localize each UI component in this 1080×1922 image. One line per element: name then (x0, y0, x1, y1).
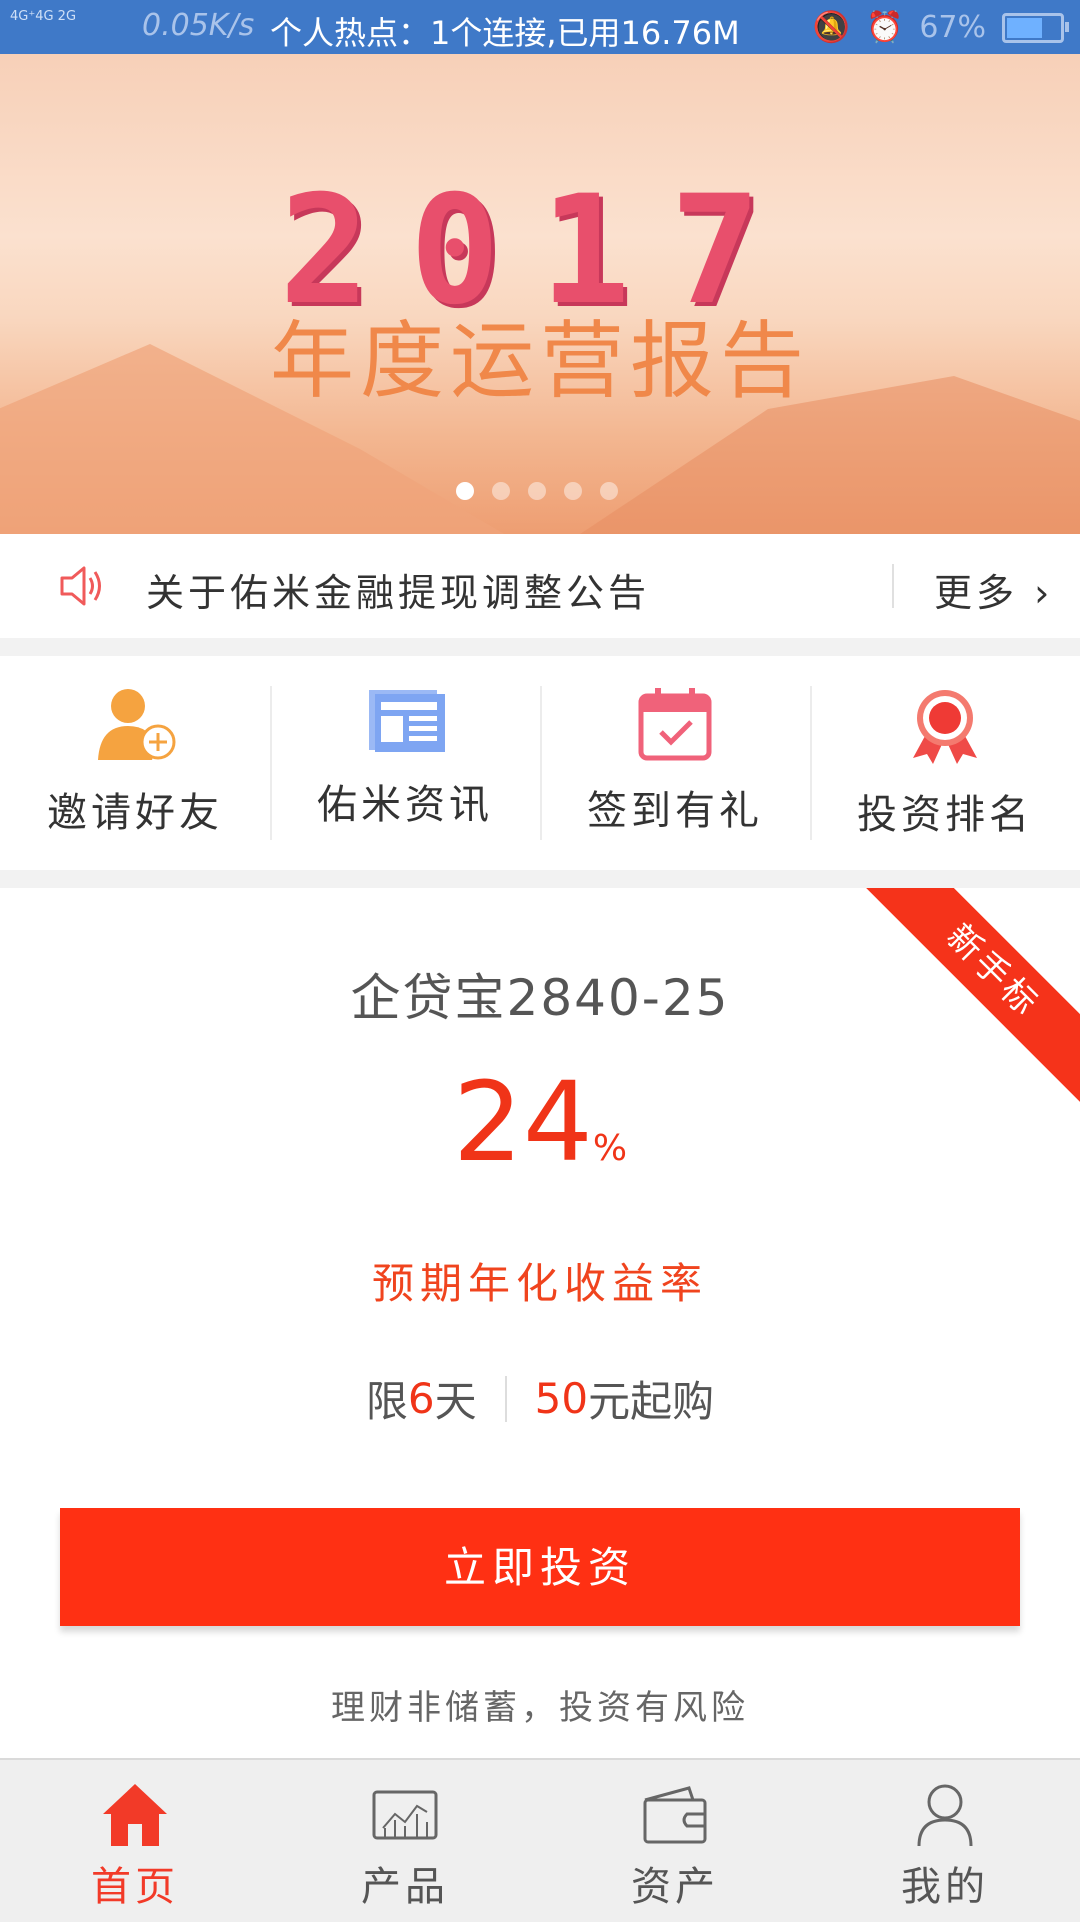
wallet-icon (643, 1786, 707, 1844)
more-link[interactable]: 更多 › (934, 562, 1053, 617)
carousel-indicator (456, 482, 618, 500)
rate-unit: % (592, 1128, 628, 1169)
rate-label: 预期年化收益率 (371, 1259, 708, 1308)
term-prefix: 限 (365, 1377, 408, 1426)
product-terms: 限 6 天 50 元起购 (0, 1368, 1080, 1429)
battery-icon (1002, 12, 1069, 43)
banner-title: 年度运营报告 (269, 312, 810, 410)
carousel-dot[interactable] (600, 482, 618, 500)
battery-percent: 67% (919, 10, 986, 45)
term-suffix: 天 (434, 1377, 477, 1426)
carousel-dot[interactable] (492, 482, 510, 500)
tab-products[interactable]: 产品 (270, 1760, 540, 1922)
menu-label: 邀请好友 (47, 790, 223, 836)
min-amount-suffix: 元起购 (588, 1377, 715, 1426)
award-ribbon-icon (913, 690, 977, 764)
menu-item-invite-friends[interactable]: 邀请好友 (0, 656, 270, 870)
promo-banner[interactable]: 2017 年度运营报告 (0, 54, 1080, 534)
carousel-dot[interactable] (456, 482, 474, 500)
rate-value: 24 (452, 1058, 593, 1186)
menu-label: 投资排名 (857, 792, 1033, 838)
more-label: 更多 (934, 571, 1019, 615)
status-bar: 4G⁺4G 2G 0.05K/s 个人热点：1个连接,已用16.76M 🔕 ⏰ … (0, 0, 1080, 54)
notice-text[interactable]: 关于佑米金融提现调整公告 (146, 562, 650, 617)
bell-off-icon: 🔕 (812, 10, 850, 45)
tab-mine[interactable]: 我的 (810, 1760, 1080, 1922)
alarm-icon: ⏰ (865, 10, 904, 45)
product-card[interactable]: 新手标 企贷宝2840-25 24% 预期年化收益率 限 6 天 50 元起购 … (0, 888, 1080, 1758)
speaker-icon (60, 566, 101, 606)
news-icon (369, 690, 445, 752)
home-icon (103, 1784, 167, 1846)
hotspot-status: 个人热点：1个连接,已用16.76M (270, 14, 740, 52)
invite-friend-icon (98, 689, 176, 760)
calendar-check-icon (638, 688, 712, 761)
quick-menu: 邀请好友 佑米资讯 签到有礼 投资排名 (0, 656, 1080, 870)
tab-label: 资产 (631, 1864, 719, 1910)
menu-label: 佑米资讯 (317, 782, 493, 828)
carousel-dot[interactable] (564, 482, 582, 500)
signal-icon: 4G⁺4G 2G (10, 9, 77, 24)
divider (892, 564, 894, 608)
tab-label: 我的 (901, 1864, 989, 1910)
invest-now-button[interactable]: 立即投资 (60, 1508, 1020, 1626)
carousel-dot[interactable] (528, 482, 546, 500)
expected-rate: 24% (0, 1058, 1080, 1186)
chevron-right-icon: › (1034, 571, 1054, 615)
menu-label: 签到有礼 (587, 788, 763, 834)
min-amount: 50 (534, 1374, 589, 1423)
network-speed: 0.05K/s (142, 8, 255, 43)
bottom-tab-bar: 首页 产品 资产 我的 (0, 1758, 1080, 1922)
tab-home[interactable]: 首页 (0, 1760, 270, 1922)
tab-label: 产品 (361, 1864, 449, 1910)
user-icon (917, 1784, 973, 1847)
menu-item-ranking[interactable]: 投资排名 (810, 656, 1080, 870)
menu-item-check-in[interactable]: 签到有礼 (540, 656, 810, 870)
divider (504, 1375, 507, 1422)
term-value: 6 (407, 1374, 435, 1423)
product-name: 企贷宝2840-25 (350, 969, 730, 1027)
menu-item-news[interactable]: 佑米资讯 (270, 656, 540, 870)
notice-bar[interactable]: 关于佑米金融提现调整公告 更多 › (0, 534, 1080, 638)
chart-icon (372, 1790, 438, 1840)
risk-disclaimer: 理财非储蓄，投资有风险 (331, 1688, 749, 1728)
tab-label: 首页 (91, 1864, 179, 1910)
tab-assets[interactable]: 资产 (540, 1760, 810, 1922)
